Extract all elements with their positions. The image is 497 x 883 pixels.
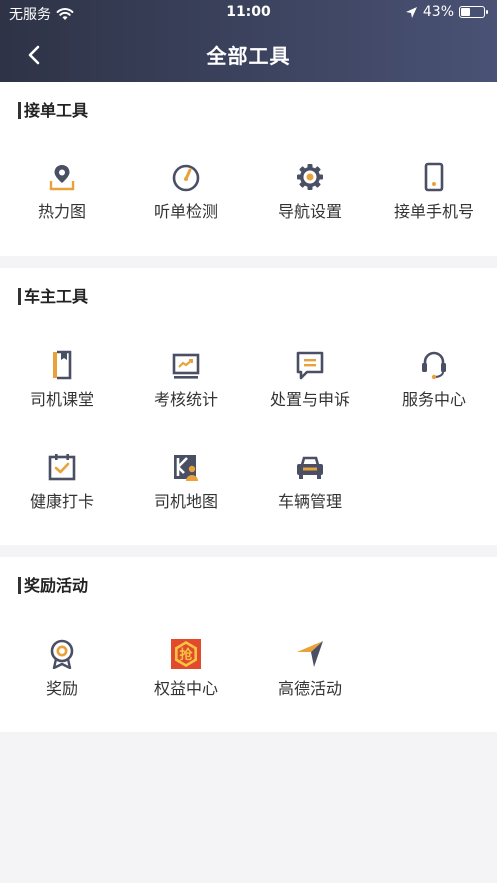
tool-stats[interactable]: 考核统计	[124, 350, 248, 430]
tool-label: 接单手机号	[393, 202, 474, 221]
status-right: 43%	[405, 4, 488, 20]
tool-label: 权益中心	[153, 679, 218, 698]
stats-chart-icon	[172, 353, 200, 379]
tool-label: 奖励	[45, 679, 78, 698]
tool-driver-class[interactable]: 司机课堂	[0, 350, 124, 430]
car-icon	[297, 456, 323, 479]
tool-label: 导航设置	[277, 202, 342, 221]
battery-icon	[459, 6, 488, 18]
tool-label: 考核统计	[153, 390, 218, 409]
tool-label: 司机地图	[153, 492, 218, 511]
tool-label: 司机课堂	[29, 390, 94, 409]
tool-label: 热力图	[37, 202, 86, 221]
tool-nav-settings[interactable]: 导航设置	[248, 162, 372, 242]
grab-badge-icon: 抢	[171, 639, 201, 669]
tool-service-center[interactable]: 服务中心	[372, 350, 496, 430]
tool-label: 高德活动	[277, 679, 342, 698]
tool-label: 健康打卡	[29, 492, 94, 511]
page-title: 全部工具	[206, 44, 291, 68]
nav-bar: 全部工具	[0, 26, 497, 82]
grab-badge-text: 抢	[179, 647, 193, 663]
section-owner-tools: 车主工具 司机课堂 考核统计 处置与申诉 服务中心 健康打卡 司机地图 车辆管理	[0, 268, 497, 545]
tool-label: 车辆管理	[277, 492, 342, 511]
tool-amap-activities[interactable]: 高德活动	[248, 639, 372, 719]
phone-icon	[424, 162, 444, 192]
location-arrow-icon	[405, 6, 417, 18]
tool-order-check[interactable]: 听单检测	[124, 162, 248, 242]
headset-icon	[422, 351, 446, 380]
book-icon	[53, 350, 72, 380]
gauge-icon	[172, 164, 200, 192]
app-header: 无服务 11:00 43% 全部工具	[0, 0, 497, 82]
tool-vehicle-management[interactable]: 车辆管理	[248, 452, 372, 532]
calendar-check-icon	[48, 454, 76, 481]
tool-label: 服务中心	[401, 390, 466, 409]
driver-map-icon	[174, 455, 198, 481]
tool-benefits-center[interactable]: 抢 权益中心	[124, 639, 248, 719]
tool-heatmap[interactable]: 热力图	[0, 162, 124, 242]
tool-health-checkin[interactable]: 健康打卡	[0, 452, 124, 532]
status-bar: 无服务 11:00 43%	[0, 0, 497, 26]
paper-plane-icon	[297, 641, 323, 667]
tool-reward[interactable]: 奖励	[0, 639, 124, 719]
battery-fill	[461, 8, 470, 16]
section-order-tools: 接单工具 热力图 听单检测 导航设置 接单手机号	[0, 82, 497, 256]
tool-label: 听单检测	[153, 202, 218, 221]
section-title: 奖励活动	[18, 577, 88, 594]
tool-label: 处置与申诉	[269, 390, 350, 409]
section-title: 接单工具	[18, 102, 88, 119]
tool-appeal[interactable]: 处置与申诉	[248, 350, 372, 430]
map-pin-icon	[49, 165, 75, 191]
section-rewards: 奖励活动 奖励 抢 权益中心 高德活动	[0, 557, 497, 732]
tool-order-phone[interactable]: 接单手机号	[372, 162, 496, 242]
section-title: 车主工具	[18, 288, 88, 305]
battery-percent: 43%	[422, 4, 454, 20]
medal-icon	[50, 639, 74, 669]
tool-driver-map[interactable]: 司机地图	[124, 452, 248, 532]
message-icon	[296, 351, 324, 380]
gear-icon	[297, 164, 323, 190]
